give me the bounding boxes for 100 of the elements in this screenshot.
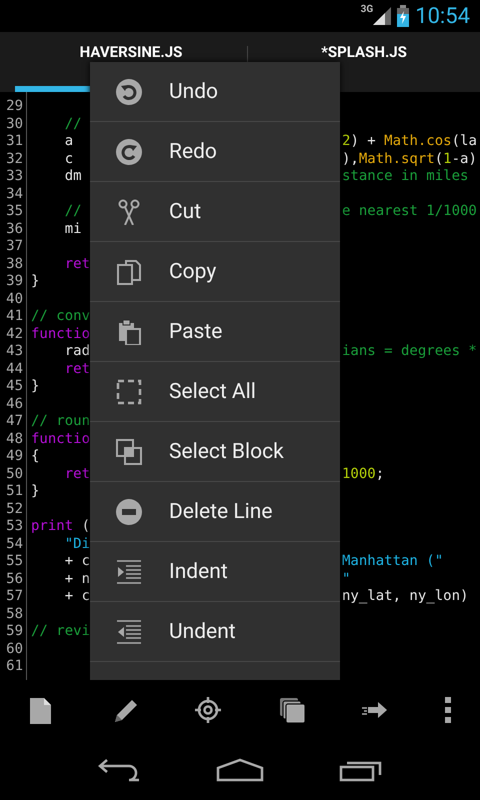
- menu-item[interactable]: Undent: [90, 602, 340, 662]
- code-token: {: [31, 448, 40, 466]
- code-token: // conv: [31, 308, 90, 326]
- network-type: 3G: [360, 4, 374, 15]
- code-token: (: [80, 518, 90, 536]
- code-token: ny_lat, ny_lon): [342, 588, 468, 606]
- line-number: 36: [5, 220, 23, 238]
- clock-time: 10:54: [415, 4, 470, 28]
- line-number: 49: [5, 448, 23, 466]
- code-token: rad: [64, 343, 90, 360]
- stacked-squares-button[interactable]: [278, 696, 305, 724]
- menu-item[interactable]: Select Block: [90, 422, 340, 482]
- code-token: ret: [64, 466, 90, 483]
- code-token: functio: [31, 326, 90, 343]
- line-number: 56: [5, 570, 23, 588]
- indent-icon: [116, 558, 142, 584]
- menu-item[interactable]: Copy: [90, 242, 340, 302]
- line-number: 53: [5, 518, 23, 536]
- code-token: Math.sqrt: [358, 150, 435, 168]
- scissors-icon: [116, 198, 142, 224]
- code-token: }: [31, 273, 40, 290]
- code-token: -a): [452, 150, 477, 168]
- code-token: // revi: [31, 623, 90, 640]
- line-number: 51: [5, 483, 23, 500]
- menu-item[interactable]: Select All: [90, 362, 340, 422]
- line-number: 58: [5, 606, 23, 623]
- signal-icon: [373, 7, 392, 25]
- code-token: //: [64, 116, 82, 133]
- code-token: ": [342, 570, 350, 588]
- code-token: 2: [342, 133, 350, 150]
- line-number: 37: [5, 238, 23, 256]
- code-token: + n: [64, 570, 90, 588]
- menu-item[interactable]: Redo: [90, 122, 340, 182]
- undo-icon: [116, 78, 142, 104]
- line-number: 52: [5, 500, 23, 518]
- code-token: e nearest 1/1000: [342, 203, 477, 220]
- code-token: Math.cos: [384, 133, 452, 150]
- code-token: ) +: [350, 133, 377, 150]
- line-number: 60: [5, 640, 23, 658]
- home-button[interactable]: [216, 758, 264, 782]
- line-number: 41: [5, 308, 23, 326]
- line-number: 44: [5, 360, 23, 378]
- line-number: 38: [5, 256, 23, 273]
- overflow-menu-button[interactable]: [445, 697, 452, 723]
- line-number: 35: [5, 203, 23, 220]
- stacked-squares-icon: [278, 696, 305, 724]
- line-number: 31: [5, 133, 23, 150]
- code-token: a: [64, 133, 74, 150]
- line-number: 32: [5, 150, 23, 168]
- line-number: 40: [5, 290, 23, 308]
- menu-item[interactable]: Delete Line: [90, 482, 340, 542]
- code-token: }: [31, 483, 40, 500]
- copy-icon: [116, 258, 142, 284]
- line-number: 50: [5, 466, 23, 483]
- menu-item[interactable]: Undo: [90, 62, 340, 122]
- target-button[interactable]: [195, 696, 222, 724]
- line-number: 47: [5, 413, 23, 430]
- line-number: 48: [5, 430, 23, 448]
- menu-item[interactable]: Cut: [90, 182, 340, 242]
- code-token: "Di: [64, 536, 90, 553]
- line-number: 61: [5, 658, 23, 676]
- clipboard-icon: [116, 318, 142, 344]
- line-number: 46: [5, 396, 23, 413]
- code-token: }: [31, 378, 40, 396]
- redo-icon: [116, 138, 142, 164]
- minus-circle-icon: [116, 498, 142, 524]
- code-token: //: [64, 203, 82, 220]
- line-number: 29: [5, 98, 23, 116]
- code-token: ians = degrees *: [342, 343, 477, 360]
- code-token: (: [434, 150, 444, 168]
- code-token: ),: [342, 150, 359, 168]
- code-token: functio: [31, 430, 90, 448]
- line-number: 54: [5, 536, 23, 553]
- code-token: + c: [64, 553, 90, 570]
- code-token: (la: [452, 133, 477, 150]
- menu-item[interactable]: Paste: [90, 302, 340, 362]
- target-icon: [195, 696, 222, 724]
- code-token: stance in miles: [342, 168, 468, 186]
- line-number: 57: [5, 588, 23, 606]
- line-number: 59: [5, 623, 23, 640]
- undent-icon: [116, 618, 142, 644]
- overlapping-squares-icon: [116, 438, 142, 464]
- line-number: 55: [5, 553, 23, 570]
- back-button[interactable]: [97, 758, 142, 782]
- line-number: 45: [5, 378, 23, 396]
- code-token: dm: [64, 168, 82, 186]
- code-token: 1000: [342, 466, 376, 483]
- line-number: 30: [5, 116, 23, 133]
- code-token: print: [31, 518, 74, 536]
- line-number: 39: [5, 273, 23, 290]
- code-token: ret: [64, 360, 90, 378]
- code-token: Manhattan (": [342, 553, 444, 570]
- code-token: ;: [376, 466, 384, 483]
- battery-charging-icon: [397, 5, 410, 27]
- line-number: 43: [5, 343, 23, 360]
- code-token: + c: [64, 588, 90, 606]
- line-number: 42: [5, 326, 23, 343]
- menu-item[interactable]: Indent: [90, 542, 340, 602]
- line-number: 33: [5, 168, 23, 186]
- code-token: // roun: [31, 413, 90, 430]
